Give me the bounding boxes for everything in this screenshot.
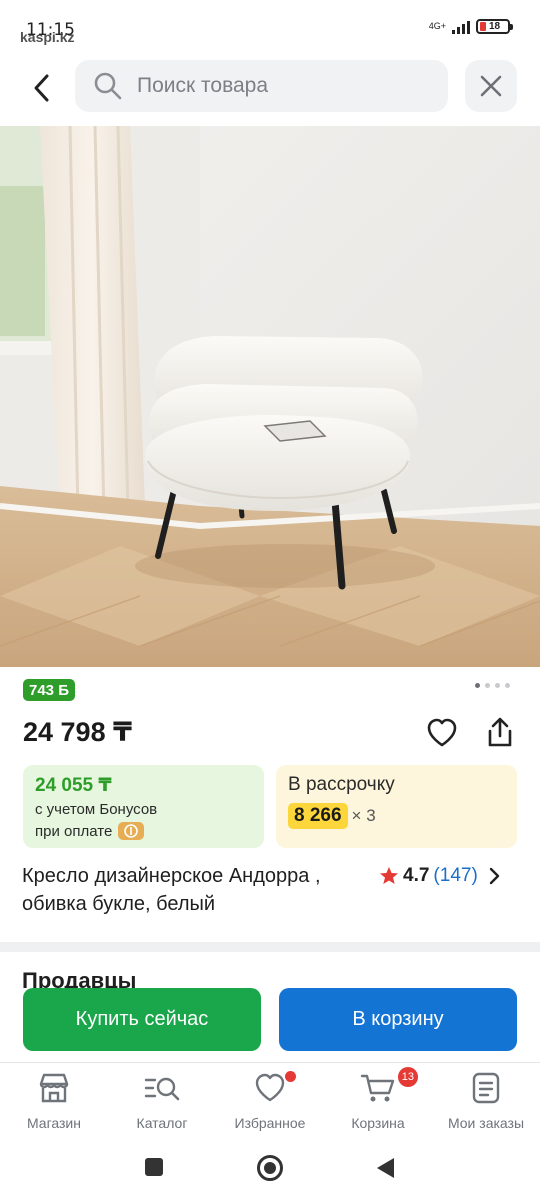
tab-catalog[interactable]: Каталог [108,1071,216,1137]
tab-cart[interactable]: 13 Корзина [324,1067,432,1137]
back-button[interactable] [22,68,62,108]
installment-title: В рассрочку [288,774,395,795]
image-pager-dots [475,683,510,688]
heart-icon [254,1071,296,1105]
reviews-count[interactable]: (147) [433,865,477,887]
tab-label: Мои заказы [447,1115,525,1131]
installment-card[interactable]: В рассрочку 8 266 × 3 [276,765,517,848]
share-icon [488,717,512,747]
product-title: Кресло дизайнерское Андорра , обивка бук… [22,865,321,915]
bonus-badge: 743 Б [23,679,75,701]
recents-button[interactable] [143,1156,165,1183]
battery-level: 18 [489,21,501,32]
orders-icon [471,1071,501,1105]
bonus-note-line1: с учетом Бонусов [35,801,158,818]
catalog-search-icon [143,1071,181,1105]
search-icon [93,71,123,101]
bottom-tab-bar: Магазин Каталог Избранное 13 Корзина Мои… [0,1062,540,1140]
bonus-note-line2: при оплате [35,822,252,840]
status-site-watermark: kaspi.kz [20,29,75,45]
heart-icon [427,718,457,747]
product-details: 743 Б 24 798 ₸ 24 055 ₸ с учетом Бонусов… [0,667,540,942]
installment-amount: 8 266 [288,803,348,829]
home-button[interactable] [256,1154,284,1187]
tab-label: Избранное [234,1115,306,1131]
bonus-price-card[interactable]: 24 055 ₸ с учетом Бонусов при оплате [23,765,264,848]
tab-label: Магазин [26,1115,81,1131]
favorites-badge-dot [285,1071,296,1082]
add-to-cart-button[interactable]: В корзину [279,988,517,1051]
home-circle-icon [257,1155,283,1181]
cart-badge-count: 13 [397,1067,418,1087]
tab-store[interactable]: Магазин [0,1071,108,1137]
battery-icon: 18 [476,19,513,34]
chevron-left-icon [34,74,49,102]
tab-label: Корзина [351,1115,405,1131]
top-bar [0,60,540,114]
section-divider [0,942,540,952]
system-nav-bar [0,1140,540,1200]
tab-favorites[interactable]: Избранное [216,1071,324,1137]
network-type: 4G+ [428,21,446,31]
tab-label: Каталог [136,1115,188,1131]
installment-multiplier: × 3 [351,806,376,825]
tab-orders[interactable]: Мои заказы [432,1071,540,1137]
kaspi-gold-icon [118,822,145,840]
triangle-back-icon [377,1158,394,1178]
search-input[interactable] [137,74,417,98]
rating-link[interactable]: 4.7 (147) [379,865,500,887]
status-bar: 11:15 kaspi.kz 4G+ 18 [0,0,540,56]
status-indicators: 4G+ 18 [428,19,513,34]
buy-now-button[interactable]: Купить сейчас [23,988,261,1051]
price: 24 798 ₸ [23,717,132,747]
store-icon [37,1071,71,1105]
chevron-right-icon [488,867,500,885]
signal-icon [452,20,470,34]
back-nav-button[interactable] [374,1156,396,1185]
close-icon [480,75,502,97]
square-icon [145,1158,163,1176]
search-bar[interactable] [75,60,448,112]
share-button[interactable] [481,713,519,751]
rating-value: 4.7 [403,865,430,886]
bonus-price: 24 055 ₸ [35,775,112,796]
installment-row: 8 266 × 3 [288,803,505,829]
favorite-button[interactable] [424,715,460,751]
action-buttons: Купить сейчас В корзину [0,978,540,1062]
product-image[interactable] [0,126,540,667]
cart-icon: 13 [360,1067,418,1105]
bonus-note-text: при оплате [35,822,113,840]
close-button[interactable] [465,60,517,112]
star-icon [380,867,398,884]
